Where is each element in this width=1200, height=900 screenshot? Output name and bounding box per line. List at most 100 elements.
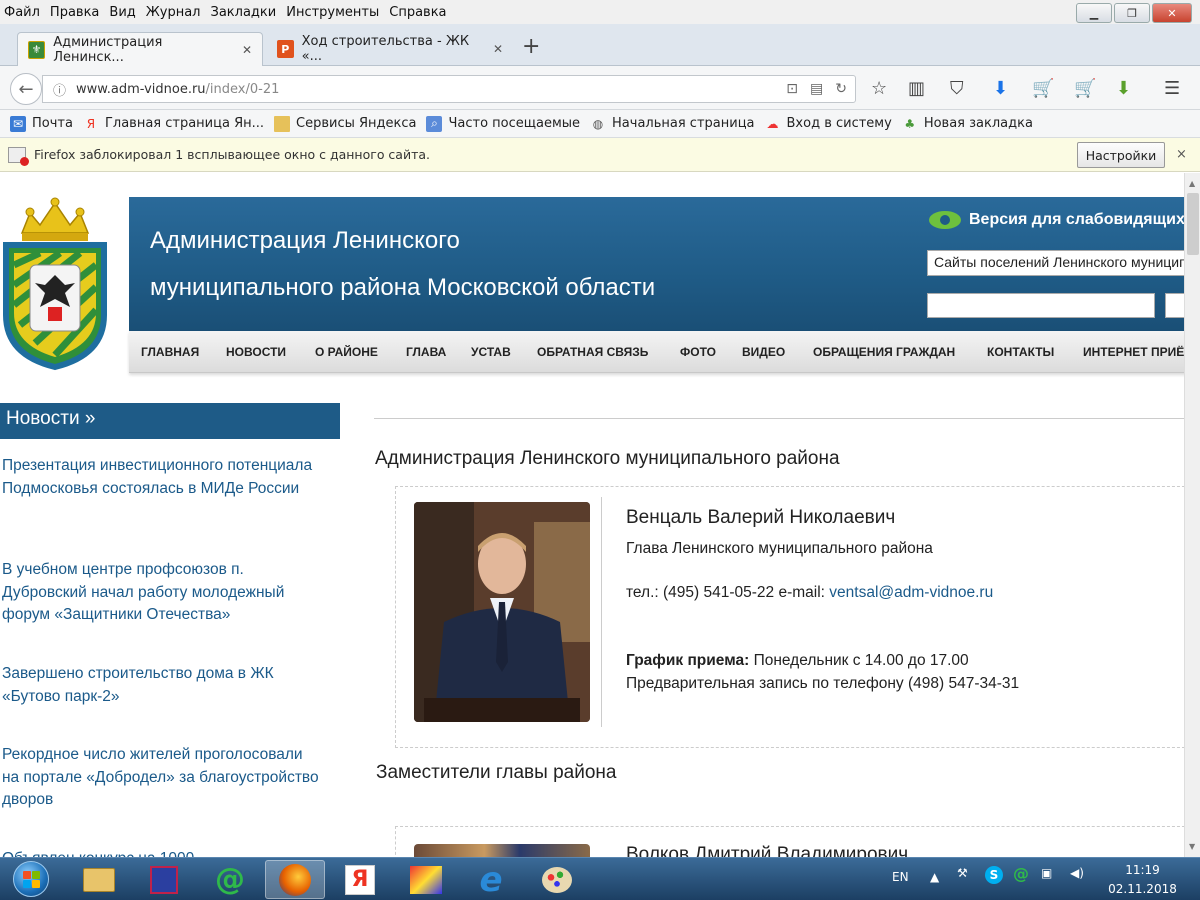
tab-administration[interactable]: ⚜ Администрация Ленинск... ✕ — [17, 32, 263, 66]
scrollbar-thumb[interactable] — [1187, 193, 1199, 255]
bookmark-start-page[interactable]: ◍ Начальная страница — [590, 116, 755, 132]
taskbar-save-app[interactable] — [134, 860, 194, 899]
nav-about[interactable]: О РАЙОНЕ — [315, 345, 378, 359]
page-info-icon[interactable]: ⊡ — [786, 81, 798, 97]
tab-construction[interactable]: P Ход строительства - ЖК «... ✕ — [267, 32, 513, 66]
nav-head[interactable]: ГЛАВА — [406, 345, 446, 359]
download-green-icon[interactable]: ⬇ — [1116, 78, 1131, 99]
nav-charter[interactable]: УСТАВ — [471, 345, 511, 359]
bookmark-label: Почта — [32, 116, 73, 131]
news-item[interactable]: Завершено строительство дома в ЖК «Бутов… — [2, 663, 322, 708]
nav-video[interactable]: ВИДЕО — [742, 345, 785, 359]
nav-contacts[interactable]: КОНТАКТЫ — [987, 345, 1054, 359]
taskbar-ie[interactable]: e — [461, 860, 521, 900]
close-window-button[interactable]: ✕ — [1152, 3, 1192, 23]
news-item[interactable]: В учебном центре профсоюзов п. Дубровски… — [2, 559, 322, 627]
bookmark-yandex-services[interactable]: Сервисы Яндекса — [274, 115, 417, 132]
close-tab-icon[interactable]: ✕ — [493, 42, 503, 56]
menu-help[interactable]: Справка — [384, 5, 451, 20]
settlements-select[interactable]: Сайты поселений Ленинского муниципальног… — [927, 250, 1184, 276]
menu-history[interactable]: Журнал — [141, 5, 206, 20]
new-tab-button[interactable]: + — [522, 34, 540, 59]
deputy-name: Волков Дмитрий Владимирович — [626, 845, 909, 857]
taskbar-yandex[interactable]: Я — [330, 860, 390, 899]
coat-of-arms-favicon-icon: ⚜ — [28, 40, 46, 59]
taskbar-app-colorful[interactable] — [396, 860, 456, 899]
clock-date: 02.11.2018 — [1108, 882, 1177, 896]
back-button[interactable]: ← — [10, 73, 42, 105]
show-hidden-icons[interactable]: ▲ — [930, 870, 939, 884]
network-app-icon[interactable]: ⚒ — [957, 866, 968, 880]
menu-file[interactable]: Файл — [0, 5, 45, 20]
hamburger-menu-icon[interactable]: ☰ — [1164, 78, 1180, 99]
bookmark-login[interactable]: ☁ Вход в систему — [765, 116, 892, 132]
site-search-button[interactable] — [1165, 293, 1184, 318]
nav-photo[interactable]: ФОТО — [680, 345, 716, 359]
menu-edit[interactable]: Правка — [45, 5, 104, 20]
menu-tools[interactable]: Инструменты — [281, 5, 384, 20]
reload-icon[interactable]: ↻ — [835, 81, 847, 97]
download-icon[interactable]: ⬇ — [993, 78, 1008, 99]
phone-text: тел.: (495) 541-05-22 e-mail: — [626, 584, 830, 601]
info-icon[interactable]: ⓘ — [53, 80, 66, 99]
language-indicator[interactable]: EN — [892, 870, 909, 884]
nav-appeals[interactable]: ОБРАЩЕНИЯ ГРАЖДАН — [813, 345, 955, 359]
head-card: Венцаль Валерий Николаевич Глава Ленинск… — [395, 486, 1184, 748]
site-nav-menu: ГЛАВНАЯ НОВОСТИ О РАЙОНЕ ГЛАВА УСТАВ ОБР… — [129, 331, 1184, 373]
bookmark-mail[interactable]: ✉ Почта — [10, 115, 73, 132]
email-link[interactable]: ventsal@adm-vidnoe.ru — [829, 584, 993, 601]
site-search-input[interactable] — [927, 293, 1155, 318]
star-bookmark-icon[interactable]: ☆ — [871, 78, 887, 99]
url-actions: ⊡ ▤ ↻ — [786, 81, 847, 97]
news-item[interactable]: Объявлен конкурс на 1000 ... — [2, 848, 322, 857]
nav-news[interactable]: НОВОСТИ — [226, 345, 286, 359]
close-tab-icon[interactable]: ✕ — [242, 43, 252, 57]
head-name: Венцаль Валерий Николаевич — [626, 507, 896, 528]
pocket-icon[interactable]: ⛉ — [950, 78, 964, 99]
network-icon[interactable]: ▣ — [1041, 866, 1052, 880]
globe-icon: ◍ — [592, 116, 604, 131]
taskbar-paint[interactable] — [527, 860, 587, 899]
nav-feedback[interactable]: ОБРАТНАЯ СВЯЗЬ — [537, 345, 648, 359]
library-icon[interactable]: ▥ — [908, 78, 925, 99]
settings-button[interactable]: Настройки — [1077, 142, 1165, 168]
head-appointment: Предварительная запись по телефону (498)… — [626, 675, 1020, 692]
bookmark-new[interactable]: ♣ Новая закладка — [902, 116, 1033, 132]
folder-icon — [83, 867, 115, 892]
taskbar-explorer[interactable] — [69, 860, 129, 899]
vertical-scrollbar[interactable]: ▲ ▼ — [1184, 173, 1200, 857]
cart2-icon[interactable]: 🛒 — [1074, 78, 1096, 99]
news-header[interactable]: Новости » — [0, 403, 340, 439]
bookmark-yandex[interactable]: Я Главная страница Ян... — [83, 116, 264, 132]
taskbar-mail-agent[interactable]: @ — [200, 860, 260, 899]
schedule-text: Понедельник с 14.00 до 17.00 — [749, 652, 969, 669]
skype-icon[interactable]: S — [985, 866, 1003, 884]
mail-agent-tray-icon[interactable]: @ — [1013, 864, 1029, 883]
nav-home[interactable]: ГЛАВНАЯ — [141, 345, 199, 359]
bookmark-label: Сервисы Яндекса — [296, 116, 417, 131]
start-button[interactable] — [4, 858, 58, 900]
folder-icon — [274, 115, 290, 132]
app-icon — [410, 865, 442, 894]
head-position: Глава Ленинского муниципального района — [626, 540, 933, 557]
scroll-down-icon[interactable]: ▼ — [1189, 842, 1195, 851]
nav-internet-reception[interactable]: ИНТЕРНЕТ ПРИЁМНАЯ — [1083, 345, 1184, 359]
accessibility-link[interactable]: Версия для слабовидящих — [929, 211, 1184, 229]
close-notification-icon[interactable]: × — [1176, 147, 1187, 162]
news-item[interactable]: Рекордное число жителей проголосовали на… — [2, 744, 322, 812]
menu-bookmarks[interactable]: Закладки — [206, 5, 282, 20]
coat-of-arms-logo[interactable] — [0, 195, 110, 375]
menu-view[interactable]: Вид — [104, 5, 140, 20]
volume-icon[interactable]: ◀) — [1070, 866, 1084, 880]
bookmark-most-visited[interactable]: ⌕ Часто посещаемые — [426, 115, 580, 132]
restore-button[interactable]: ❐ — [1114, 3, 1150, 23]
system-clock[interactable]: 11:19 02.11.2018 — [1095, 861, 1190, 899]
taskbar-firefox[interactable] — [265, 860, 325, 899]
minimize-button[interactable]: ▁ — [1076, 3, 1112, 23]
scroll-up-icon[interactable]: ▲ — [1189, 179, 1195, 188]
yandex-icon: Я — [345, 864, 375, 895]
reader-view-icon[interactable]: ▤ — [810, 81, 823, 97]
news-item[interactable]: Презентация инвестиционного потенциала П… — [2, 455, 322, 500]
url-bar[interactable]: ⓘ www.adm-vidnoe.ru/index/0-21 ⊡ ▤ ↻ — [42, 75, 856, 103]
cart-icon[interactable]: 🛒 — [1032, 78, 1054, 99]
